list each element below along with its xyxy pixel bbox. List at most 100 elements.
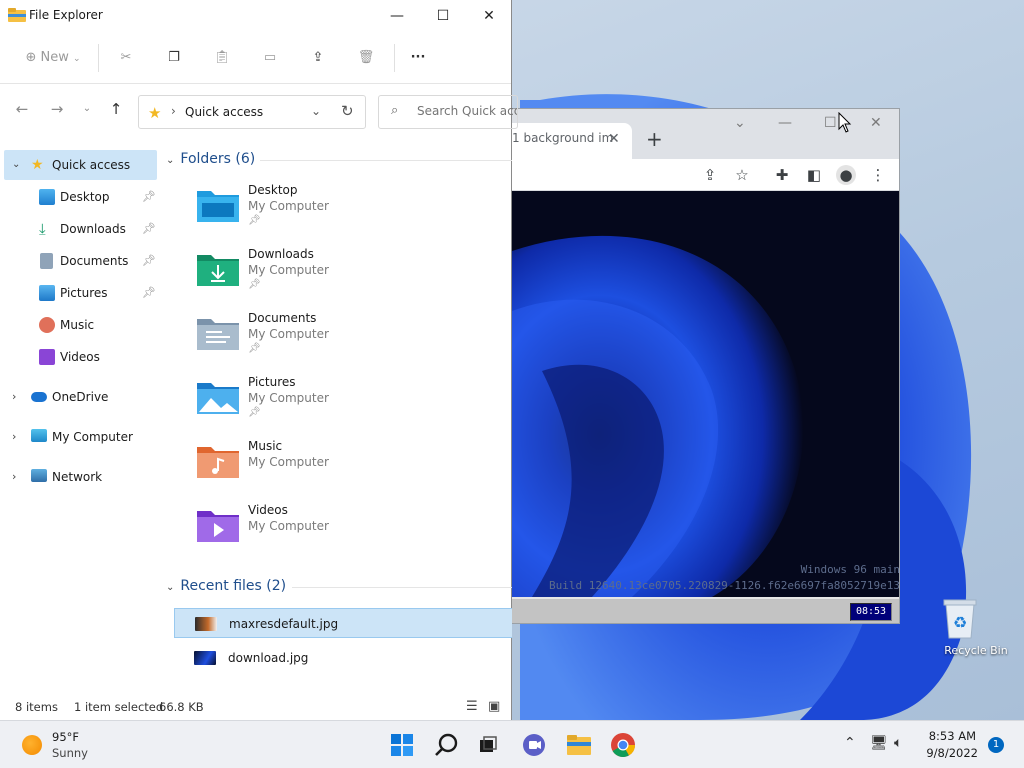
- nav-label: Videos: [60, 350, 100, 364]
- task-view-icon[interactable]: [472, 729, 504, 761]
- folder-location: My Computer: [248, 519, 329, 533]
- details-view-icon[interactable]: ☰: [466, 699, 478, 714]
- notification-badge[interactable]: 1: [988, 737, 1004, 753]
- profile-avatar-icon[interactable]: ●: [836, 165, 856, 185]
- page-taskbar: 08:53: [512, 597, 899, 623]
- close-tab-icon[interactable]: ✕: [608, 131, 620, 147]
- start-windows-icon[interactable]: [386, 729, 418, 761]
- volume-icon[interactable]: 🔈︎: [894, 735, 902, 751]
- folders-group-title: Folders (6): [180, 151, 256, 167]
- recycle-bin-shortcut[interactable]: ♻ Recycle Bin: [940, 596, 1012, 657]
- folder-name: Pictures: [248, 375, 296, 389]
- folder-tile-desktop[interactable]: Desktop My Computer 📌︎: [196, 183, 496, 243]
- network-icon: [31, 469, 47, 482]
- watermark-line-2: Build 12640.13ce0705.220829-1126.f62e669…: [549, 579, 900, 592]
- pin-icon[interactable]: 📌︎: [142, 182, 156, 212]
- clock-time[interactable]: 8:53 AM: [928, 729, 976, 743]
- network-status-icon[interactable]: 🖥︎: [870, 735, 888, 751]
- show-hidden-icons-chevron-icon[interactable]: ⌃: [844, 735, 856, 751]
- nav-item-videos[interactable]: Videos: [4, 342, 157, 372]
- maximize-button[interactable]: ☐: [420, 0, 466, 32]
- browser-viewport[interactable]: Windows 96 main Build 12640.13ce0705.220…: [512, 191, 900, 597]
- quick-access-star-icon: ★: [148, 104, 162, 122]
- page-wallpaper-image: [512, 235, 804, 597]
- tab-search-icon[interactable]: ⌄: [734, 115, 746, 131]
- cut-icon[interactable]: ✂: [114, 46, 138, 70]
- folder-tile-videos[interactable]: Videos My Computer: [196, 503, 496, 563]
- recent-locations-chevron-icon[interactable]: ⌄: [76, 103, 98, 114]
- folder-tile-music[interactable]: Music My Computer: [196, 439, 496, 499]
- refresh-icon[interactable]: ↻: [341, 102, 354, 120]
- forward-arrow-icon[interactable]: →: [46, 100, 68, 118]
- expand-chevron-icon[interactable]: ⌄: [12, 150, 20, 180]
- nav-item-my-computer[interactable]: › My Computer: [4, 422, 157, 452]
- image-thumbnail-icon: [195, 617, 217, 631]
- address-bar[interactable]: ★ › Quick access ⌄ ↻: [138, 95, 366, 129]
- browser-tab[interactable]: 1 background im ✕: [512, 123, 632, 159]
- search-input[interactable]: [417, 104, 517, 118]
- folder-tile-downloads[interactable]: Downloads My Computer 📌︎: [196, 247, 496, 307]
- back-arrow-icon[interactable]: ←: [11, 100, 33, 118]
- bookmark-star-icon[interactable]: ☆: [732, 165, 752, 185]
- new-button[interactable]: ⊕ New ⌄: [20, 46, 86, 70]
- close-button[interactable]: ✕: [466, 0, 512, 32]
- selection-size: 66.8 KB: [159, 700, 204, 714]
- maximize-icon[interactable]: ☐: [824, 115, 837, 131]
- nav-item-onedrive[interactable]: › OneDrive: [4, 382, 157, 412]
- explorer-titlebar[interactable]: File Explorer — ☐ ✕: [0, 0, 511, 32]
- expand-chevron-icon[interactable]: ›: [12, 422, 16, 452]
- minimize-icon[interactable]: —: [778, 115, 792, 131]
- pin-icon[interactable]: 📌︎: [142, 246, 156, 276]
- copy-icon[interactable]: ❐: [162, 46, 186, 70]
- breadcrumb-chevron-icon[interactable]: ›: [171, 104, 176, 118]
- file-row[interactable]: download.jpg: [174, 643, 512, 673]
- search-icon[interactable]: [431, 729, 463, 761]
- address-dropdown-chevron-icon[interactable]: ⌄: [311, 104, 321, 118]
- pin-icon: 📌︎: [248, 279, 261, 290]
- minimize-button[interactable]: —: [374, 0, 420, 32]
- expand-chevron-icon[interactable]: ›: [12, 382, 16, 412]
- recent-files-group-header[interactable]: ⌄ Recent files (2): [166, 578, 286, 594]
- expand-chevron-icon[interactable]: ›: [12, 462, 16, 492]
- large-icons-view-icon[interactable]: ▣: [488, 699, 500, 714]
- nav-item-music[interactable]: Music: [4, 310, 157, 340]
- share-icon[interactable]: ⇪: [700, 165, 720, 185]
- nav-item-documents[interactable]: Documents 📌︎: [4, 246, 157, 276]
- search-box[interactable]: ⌕: [378, 95, 518, 129]
- pin-icon[interactable]: 📌︎: [142, 214, 156, 244]
- collapse-chevron-icon[interactable]: ⌄: [166, 582, 174, 593]
- address-row: ← → ⌄ ↑ ★ › Quick access ⌄ ↻ ⌕: [0, 84, 518, 138]
- nav-item-downloads[interactable]: ⤓ Downloads 📌︎: [4, 214, 157, 244]
- share-icon[interactable]: ⇪: [306, 46, 330, 70]
- extensions-puzzle-icon[interactable]: ✚: [772, 165, 792, 185]
- content-pane: ⌄ Folders (6) Desktop My Computer 📌︎ Down…: [160, 138, 512, 696]
- breadcrumb-quick-access[interactable]: Quick access: [185, 105, 263, 119]
- collapse-chevron-icon[interactable]: ⌄: [166, 155, 174, 166]
- chat-icon[interactable]: [518, 729, 550, 761]
- selection-count: 1 item selected: [74, 700, 164, 714]
- nav-item-quick-access[interactable]: ⌄ ★ Quick access: [4, 150, 157, 180]
- browser-window[interactable]: 1 background im ✕ + ⌄ — ☐ ✕ ⇪ ☆ ✚ ◧ ● ⋮: [512, 108, 900, 624]
- nav-item-desktop[interactable]: Desktop 📌︎: [4, 182, 157, 212]
- more-options-icon[interactable]: ···: [406, 46, 430, 70]
- close-icon[interactable]: ✕: [870, 115, 882, 131]
- file-explorer-window[interactable]: File Explorer — ☐ ✕ ⊕ New ⌄ ✂ ❐ 📋︎ ▭ ⇪ 🗑…: [0, 0, 518, 720]
- rename-icon[interactable]: ▭: [258, 46, 282, 70]
- nav-item-network[interactable]: › Network: [4, 462, 157, 492]
- delete-icon[interactable]: 🗑︎: [354, 46, 378, 70]
- folder-tile-pictures[interactable]: Pictures My Computer 📌︎: [196, 375, 496, 435]
- menu-kebab-icon[interactable]: ⋮: [868, 165, 888, 185]
- up-arrow-icon[interactable]: ↑: [105, 100, 127, 118]
- file-explorer-taskbar-icon[interactable]: [563, 729, 595, 761]
- pin-icon[interactable]: 📌︎: [142, 278, 156, 308]
- folders-group-header[interactable]: ⌄ Folders (6): [166, 151, 255, 167]
- chrome-icon[interactable]: [607, 729, 639, 761]
- star-icon: ★: [31, 157, 44, 173]
- new-tab-button[interactable]: +: [646, 127, 663, 151]
- side-panel-icon[interactable]: ◧: [804, 165, 824, 185]
- clock-date[interactable]: 9/8/2022: [922, 746, 978, 760]
- folder-tile-documents[interactable]: Documents My Computer 📌︎: [196, 311, 496, 371]
- file-row[interactable]: maxresdefault.jpg: [174, 608, 512, 638]
- nav-item-pictures[interactable]: Pictures 📌︎: [4, 278, 157, 308]
- paste-icon[interactable]: 📋︎: [210, 46, 234, 70]
